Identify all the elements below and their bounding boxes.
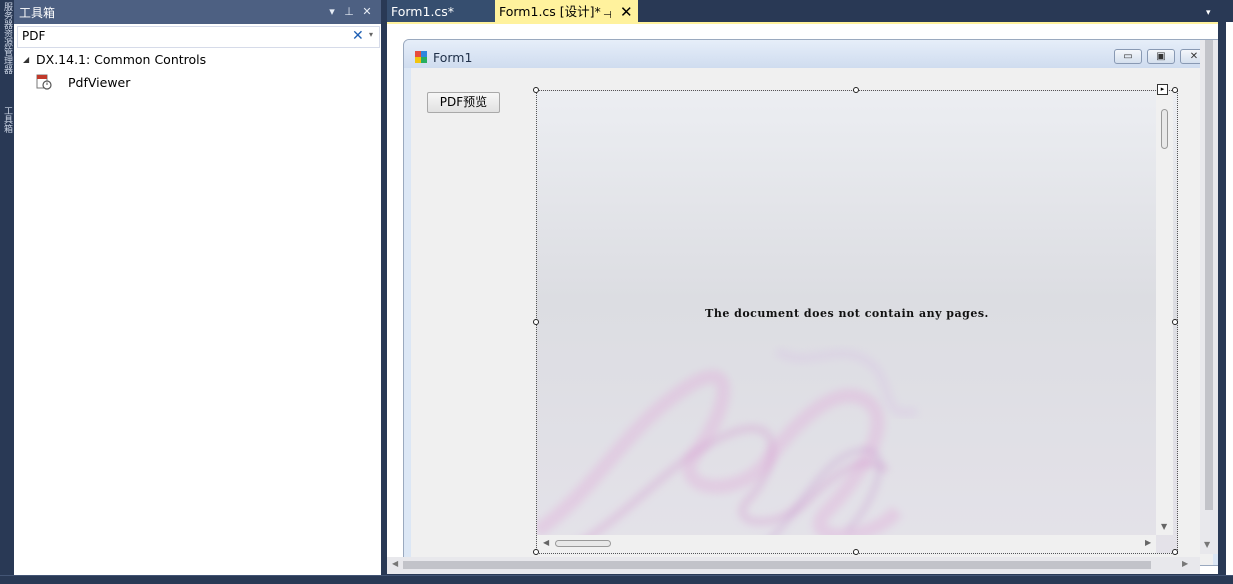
document-tab-strip: Form1.cs* Form1.cs [设计]* ⊣ ✕ [387,0,1218,22]
pdf-horizontal-scrollbar[interactable]: ◀ ▶ [537,535,1156,553]
toolbox-panel: 工具箱 ▾ ⊥ ✕ PDF ✕ ▾ ◢ DX.14.1: Common Cont… [14,0,381,575]
pdf-horizontal-scroll-thumb[interactable] [555,540,611,547]
pdf-vertical-scrollbar[interactable]: ▼ [1156,91,1173,535]
selection-handle[interactable] [853,87,859,93]
clear-search-icon[interactable]: ✕ [352,28,364,44]
expand-arrow-icon[interactable]: ◢ [23,55,29,64]
toolbox-header: 工具箱 ▾ ⊥ ✕ [14,0,381,24]
left-side-strip: 服务器资源管理器 工具箱 [0,0,14,575]
selection-handle[interactable] [533,549,539,555]
tab-close-icon[interactable]: ✕ [620,0,633,24]
designer-horizontal-scrollbar[interactable]: ◀ ▶ [387,557,1200,574]
scroll-down-arrow-icon[interactable]: ▼ [1161,522,1167,531]
maximize-button[interactable]: ▣ [1147,49,1175,64]
toolbox-item-pdfviewer[interactable]: PdfViewer [68,75,130,90]
form-title: Form1 [433,50,473,65]
tab-label: Form1.cs* [391,4,455,19]
minimize-button[interactable]: ▭ [1114,49,1142,64]
empty-document-message: The document does not contain any pages. [705,307,989,320]
selection-handle[interactable] [533,319,539,325]
search-dropdown-icon[interactable]: ▾ [369,30,373,39]
pdfviewer-icon [36,74,52,90]
pdf-preview-button[interactable]: PDF预览 [427,92,500,113]
maximize-icon: ▣ [1156,51,1166,62]
pdf-vertical-scroll-thumb[interactable] [1161,109,1168,149]
toolbox-dropdown-icon[interactable]: ▾ [325,5,339,18]
form-icon [415,51,427,63]
tab-label: Form1.cs [设计]* [499,4,601,19]
toolbox-side-tab[interactable]: 工具箱 [1,106,13,151]
tab-overflow-icon[interactable]: ▾ [1206,8,1211,18]
designer-vertical-scroll-thumb[interactable] [1205,40,1213,510]
designer-vertical-scrollbar[interactable]: ▼ [1200,40,1218,554]
pin-icon[interactable]: ⊥ [342,5,356,18]
tab-form1-cs[interactable]: Form1.cs* [387,0,495,22]
scroll-right-arrow-icon[interactable]: ▶ [1145,538,1151,547]
selection-handle[interactable] [1172,549,1178,555]
smoke-background-image [537,346,919,551]
scroll-right-arrow-icon[interactable]: ▶ [1182,559,1188,568]
close-icon[interactable]: ✕ [360,5,374,18]
designer-horizontal-scroll-thumb[interactable] [403,561,1151,569]
minimize-icon: ▭ [1123,51,1133,62]
pdf-viewer-control[interactable]: The document does not contain any pages.… [536,90,1178,554]
tab-form1-design[interactable]: Form1.cs [设计]* ⊣ ✕ [495,0,638,22]
selection-handle[interactable] [533,87,539,93]
selection-handle[interactable] [1172,319,1178,325]
scroll-left-arrow-icon[interactable]: ◀ [392,559,398,568]
toolbox-title: 工具箱 [19,6,56,20]
selection-handle[interactable] [853,549,859,555]
form1-window[interactable]: Form1 ▭ ▣ ✕ PDF预览 The document does not … [403,39,1220,566]
selection-handle[interactable] [1172,87,1178,93]
server-explorer-tab[interactable]: 服务器资源管理器 [1,2,13,97]
form-client-area: PDF预览 The document does not contain any … [411,68,1213,565]
scroll-down-arrow-icon[interactable]: ▼ [1204,540,1210,549]
smart-tag-icon[interactable]: ▸ [1157,84,1168,95]
toolbox-group-common-controls[interactable]: DX.14.1: Common Controls [36,52,206,67]
scroll-left-arrow-icon[interactable]: ◀ [543,538,549,547]
properties-panel-edge [1226,22,1233,575]
form-titlebar[interactable]: Form1 ▭ ▣ ✕ [404,40,1219,68]
toolbox-search-input[interactable]: PDF ✕ ▾ [17,26,380,48]
search-value: PDF [22,29,46,43]
